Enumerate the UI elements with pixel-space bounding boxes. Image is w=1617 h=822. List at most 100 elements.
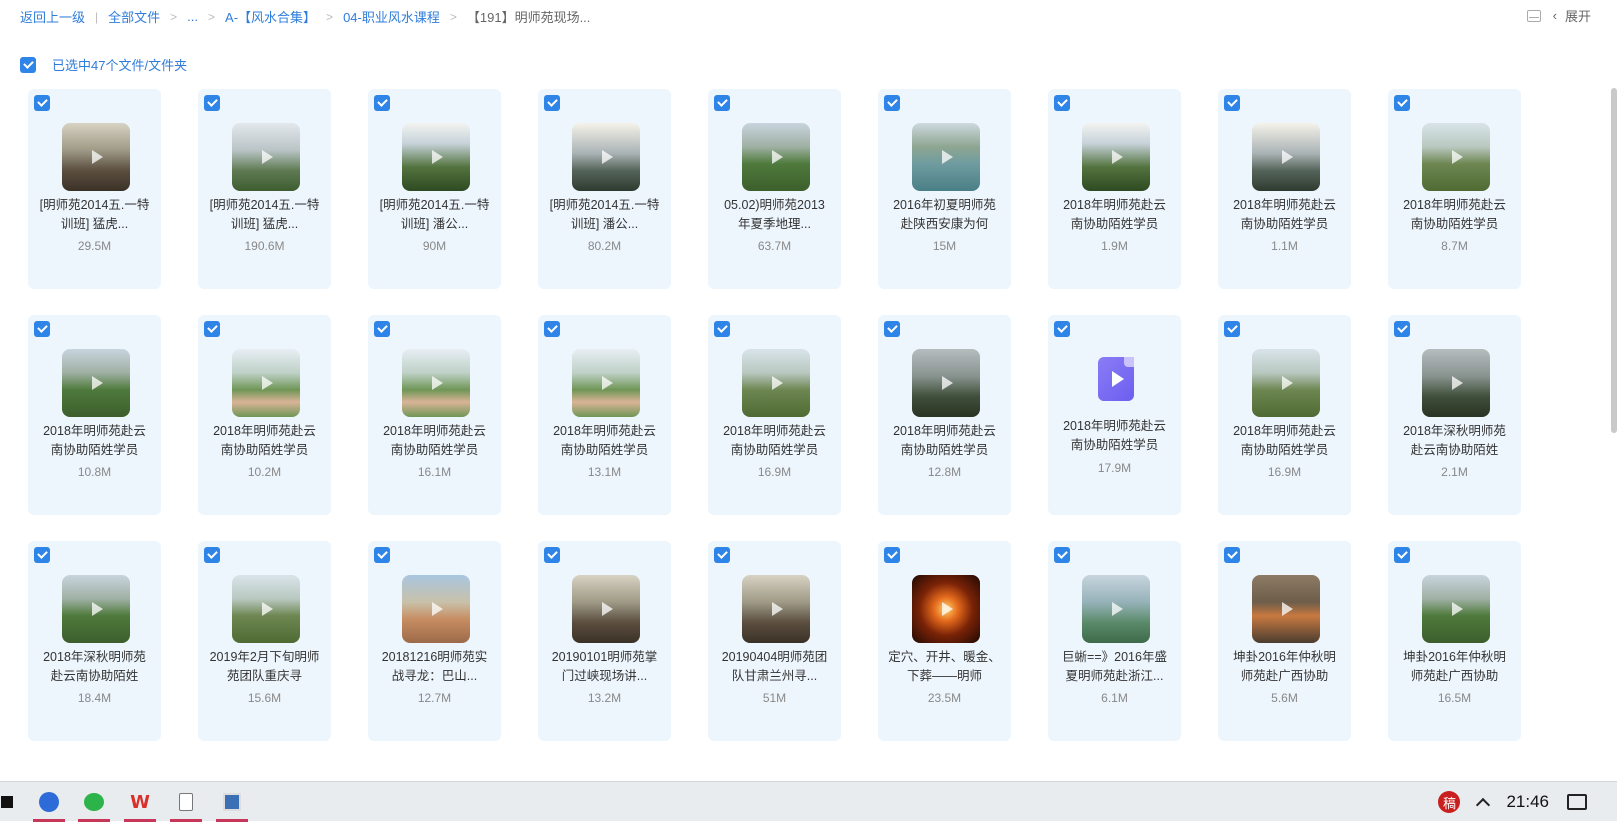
file-checkbox[interactable] (884, 321, 900, 337)
file-checkbox[interactable] (1224, 95, 1240, 111)
file-checkbox[interactable] (374, 95, 390, 111)
file-tile[interactable]: 20190404明师苑团队甘肃兰州寻... 51M (708, 541, 841, 741)
play-icon (942, 376, 953, 390)
calculator-taskbar-icon[interactable] (216, 787, 248, 822)
ime-icon[interactable]: 稿 (1438, 791, 1461, 813)
file-name: 2018年明师苑赴云南协助陌姓学员 (383, 424, 486, 457)
top-bar: 返回上一级 | 全部文件 > ... > A-【风水合集】 > 04-职业风水课… (0, 0, 1617, 34)
file-checkbox[interactable] (34, 321, 50, 337)
file-checkbox[interactable] (1054, 547, 1070, 563)
list-view-icon[interactable] (1526, 9, 1541, 22)
chevron-right-icon: > (449, 9, 457, 24)
file-tile[interactable]: 2018年深秋明师苑赴云南协助陌姓 18.4M (28, 541, 161, 741)
file-tile[interactable]: 2018年明师苑赴云南协助陌姓学员 8.7M (1388, 89, 1521, 289)
file-checkbox[interactable] (204, 321, 220, 337)
file-checkbox[interactable] (714, 547, 730, 563)
file-checkbox[interactable] (34, 547, 50, 563)
file-tile[interactable]: 巨蜥==》2016年盛夏明师苑赴浙江... 6.1M (1048, 541, 1181, 741)
file-tile[interactable]: 2018年明师苑赴云南协助陌姓学员 1.1M (1218, 89, 1351, 289)
file-checkbox[interactable] (1394, 321, 1410, 337)
file-tile[interactable]: 2018年明师苑赴云南协助陌姓学员 16.9M (1218, 315, 1351, 515)
file-checkbox[interactable] (544, 321, 560, 337)
file-size: 15M (932, 239, 957, 253)
file-name: [明师苑2014五.一特训班] 潘公... (549, 198, 660, 231)
file-checkbox[interactable] (374, 321, 390, 337)
file-tile[interactable]: 2018年明师苑赴云南协助陌姓学员 10.2M (198, 315, 331, 515)
video-thumbnail (1422, 349, 1490, 417)
file-size: 12.8M (927, 465, 962, 479)
file-tile[interactable]: 20190101明师苑掌门过峡现场讲... 13.2M (538, 541, 671, 741)
video-thumbnail (1422, 123, 1490, 191)
video-thumbnail (742, 123, 810, 191)
file-checkbox[interactable] (34, 95, 50, 111)
file-tile[interactable]: 2018年明师苑赴云南协助陌姓学员 12.8M (878, 315, 1011, 515)
expand-button[interactable]: ‹ 展开 (1553, 6, 1591, 25)
file-name: 2018年明师苑赴云南协助陌姓学员 (213, 424, 316, 457)
file-checkbox[interactable] (544, 547, 560, 563)
breadcrumb-folder-course[interactable]: 04-职业风水课程 (343, 7, 440, 26)
file-name: 2018年明师苑赴云南协助陌姓学员 (1403, 198, 1506, 231)
file-tile[interactable]: 2018年明师苑赴云南协助陌姓学员 16.1M (368, 315, 501, 515)
select-all-checkbox[interactable] (20, 56, 36, 73)
file-tile[interactable]: 2018年明师苑赴云南协助陌姓学员 1.9M (1048, 89, 1181, 289)
file-size: 23.5M (927, 691, 962, 705)
file-tile[interactable]: 定穴、开井、暖金、下葬——明师 23.5M (878, 541, 1011, 741)
video-thumbnail (402, 349, 470, 417)
video-thumbnail (402, 123, 470, 191)
file-checkbox[interactable] (1394, 95, 1410, 111)
notification-icon[interactable] (1567, 794, 1587, 810)
file-checkbox[interactable] (374, 547, 390, 563)
file-tile[interactable]: 20181216明师苑实战寻龙：巴山... 12.7M (368, 541, 501, 741)
file-name: 坤卦2016年仲秋明师苑赴广西协助 (1403, 650, 1506, 683)
breadcrumb-all-files[interactable]: 全部文件 (108, 7, 160, 26)
file-checkbox[interactable] (544, 95, 560, 111)
file-checkbox[interactable] (714, 95, 730, 111)
file-tile[interactable]: 坤卦2016年仲秋明师苑赴广西协助 16.5M (1388, 541, 1521, 741)
file-checkbox[interactable] (1224, 547, 1240, 563)
file-tile[interactable]: [明师苑2014五.一特训班] 猛虎... 190.6M (198, 89, 331, 289)
file-tile[interactable]: [明师苑2014五.一特训班] 猛虎... 29.5M (28, 89, 161, 289)
notepad-taskbar-icon[interactable] (170, 787, 202, 822)
video-thumbnail (572, 349, 640, 417)
scrollbar[interactable] (1611, 88, 1617, 433)
file-size: 63.7M (757, 239, 792, 253)
file-size: 51M (762, 691, 787, 705)
file-checkbox[interactable] (714, 321, 730, 337)
file-checkbox[interactable] (884, 547, 900, 563)
file-tile[interactable]: [明师苑2014五.一特训班] 潘公... 90M (368, 89, 501, 289)
wps-taskbar-icon[interactable]: W (124, 787, 156, 822)
chevron-up-icon[interactable] (1476, 797, 1491, 813)
play-icon (1452, 150, 1463, 164)
file-checkbox[interactable] (1224, 321, 1240, 337)
file-tile[interactable]: 05.02)明师苑2013年夏季地理... 63.7M (708, 89, 841, 289)
browser-taskbar-icon[interactable] (33, 787, 65, 822)
breadcrumb-ellipsis[interactable]: ... (187, 9, 198, 24)
chevron-right-icon: > (208, 9, 216, 24)
video-thumbnail (572, 123, 640, 191)
video-thumbnail (1082, 575, 1150, 643)
file-checkbox[interactable] (1054, 321, 1070, 337)
file-name: [明师苑2014五.一特训班] 潘公... (379, 198, 490, 231)
file-tile[interactable]: 2018年明师苑赴云南协助陌姓学员 17.9M (1048, 315, 1181, 515)
back-link[interactable]: 返回上一级 (20, 7, 85, 26)
file-tile[interactable]: 2018年深秋明师苑赴云南协助陌姓 2.1M (1388, 315, 1521, 515)
file-tile[interactable]: 坤卦2016年仲秋明师苑赴广西协助 5.6M (1218, 541, 1351, 741)
terminal-taskbar-icon[interactable] (0, 787, 14, 817)
file-checkbox[interactable] (1394, 547, 1410, 563)
file-size: 17.9M (1097, 461, 1132, 475)
file-checkbox[interactable] (204, 547, 220, 563)
file-tile[interactable]: 2018年明师苑赴云南协助陌姓学员 13.1M (538, 315, 671, 515)
file-name: 2018年深秋明师苑赴云南协助陌姓 (43, 650, 146, 683)
clock[interactable]: 21:46 (1506, 792, 1549, 812)
file-tile[interactable]: 2019年2月下旬明师苑团队重庆寻 15.6M (198, 541, 331, 741)
file-tile[interactable]: 2018年明师苑赴云南协助陌姓学员 16.9M (708, 315, 841, 515)
file-tile[interactable]: 2016年初夏明师苑赴陕西安康为何 15M (878, 89, 1011, 289)
breadcrumb-folder-fengshui[interactable]: A-【风水合集】 (225, 7, 316, 26)
file-tile[interactable]: 2018年明师苑赴云南协助陌姓学员 10.8M (28, 315, 161, 515)
file-checkbox[interactable] (884, 95, 900, 111)
file-tile[interactable]: [明师苑2014五.一特训班] 潘公... 80.2M (538, 89, 671, 289)
file-checkbox[interactable] (1054, 95, 1070, 111)
file-size: 1.9M (1101, 239, 1128, 253)
file-checkbox[interactable] (204, 95, 220, 111)
wechat-taskbar-icon[interactable] (78, 787, 110, 822)
